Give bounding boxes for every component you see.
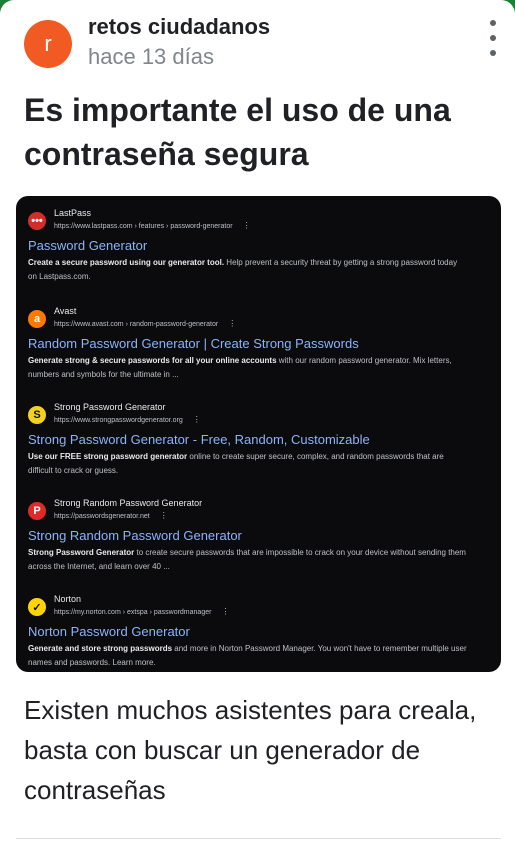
result-site-row: ••• LastPass https://www.lastpass.com › … xyxy=(28,206,493,234)
post-card: r retos ciudadanos hace 13 días Es impor… xyxy=(0,0,515,842)
kebab-icon[interactable]: ⋮ xyxy=(160,511,168,520)
post-title: Es importante el uso de una contraseña s… xyxy=(24,92,451,172)
search-result[interactable]: P Strong Random Password Generator https… xyxy=(28,496,493,574)
result-site-name: LastPass xyxy=(54,208,92,218)
kebab-icon[interactable]: ⋮ xyxy=(228,319,236,328)
result-snippet: Create a secure password using our gener… xyxy=(28,258,458,281)
avatar[interactable]: r xyxy=(24,20,72,68)
post-header: r retos ciudadanos hace 13 días xyxy=(24,10,499,74)
result-title-link[interactable]: Norton Password Generator xyxy=(28,624,493,639)
more-dot-icon xyxy=(490,20,496,26)
author-name[interactable]: retos ciudadanos xyxy=(88,14,270,40)
search-result[interactable]: ••• LastPass https://www.lastpass.com › … xyxy=(28,206,493,284)
result-url: https://www.strongpasswordgenerator.org ⋮ xyxy=(54,415,201,424)
result-site-name: Norton xyxy=(54,594,82,604)
result-title-link[interactable]: Strong Password Generator - Free, Random… xyxy=(28,432,493,447)
result-url: https://www.lastpass.com › features › pa… xyxy=(54,221,251,230)
kebab-icon[interactable]: ⋮ xyxy=(243,221,251,230)
lastpass-icon: ••• xyxy=(28,212,46,230)
divider xyxy=(16,838,501,839)
result-snippet: Strong Password Generator to create secu… xyxy=(28,548,466,571)
post-time: hace 13 días xyxy=(88,44,214,69)
result-url: https://my.norton.com › extspa › passwor… xyxy=(54,607,230,616)
result-url: https://www.avast.com › random-password-… xyxy=(54,319,237,328)
more-options-button[interactable] xyxy=(487,18,499,58)
result-url: https://passwordsgenerator.net ⋮ xyxy=(54,511,168,520)
result-title-link[interactable]: Password Generator xyxy=(28,238,493,253)
result-title-link[interactable]: Strong Random Password Generator xyxy=(28,528,493,543)
kebab-icon[interactable]: ⋮ xyxy=(193,415,201,424)
result-site-name: Strong Password Generator xyxy=(54,402,166,412)
result-snippet: Use our FREE strong password generator o… xyxy=(28,452,444,475)
result-snippet: Generate strong & secure passwords for a… xyxy=(28,356,452,379)
post-body: Existen muchos asistentes para creala, b… xyxy=(24,695,477,805)
result-site-name: Avast xyxy=(54,306,77,316)
search-result[interactable]: a Avast https://www.avast.com › random-p… xyxy=(28,304,493,382)
result-site-row: S Strong Password Generator https://www.… xyxy=(28,400,493,428)
result-title-link[interactable]: Random Password Generator | Create Stron… xyxy=(28,336,493,351)
result-site-name: Strong Random Password Generator xyxy=(54,498,203,508)
passwordsgenerator-icon: P xyxy=(28,502,46,520)
kebab-icon[interactable]: ⋮ xyxy=(221,607,229,616)
post-image-search-results[interactable]: ••• LastPass https://www.lastpass.com › … xyxy=(16,196,501,672)
result-site-row: a Avast https://www.avast.com › random-p… xyxy=(28,304,493,332)
search-result[interactable]: S Strong Password Generator https://www.… xyxy=(28,400,493,478)
norton-icon: ✓ xyxy=(28,598,46,616)
result-snippet: Generate and store strong passwords and … xyxy=(28,644,467,667)
search-result[interactable]: ✓ Norton https://my.norton.com › extspa … xyxy=(28,592,493,670)
strong-password-icon: S xyxy=(28,406,46,424)
avast-icon: a xyxy=(28,310,46,328)
result-site-row: P Strong Random Password Generator https… xyxy=(28,496,493,524)
result-site-row: ✓ Norton https://my.norton.com › extspa … xyxy=(28,592,493,620)
